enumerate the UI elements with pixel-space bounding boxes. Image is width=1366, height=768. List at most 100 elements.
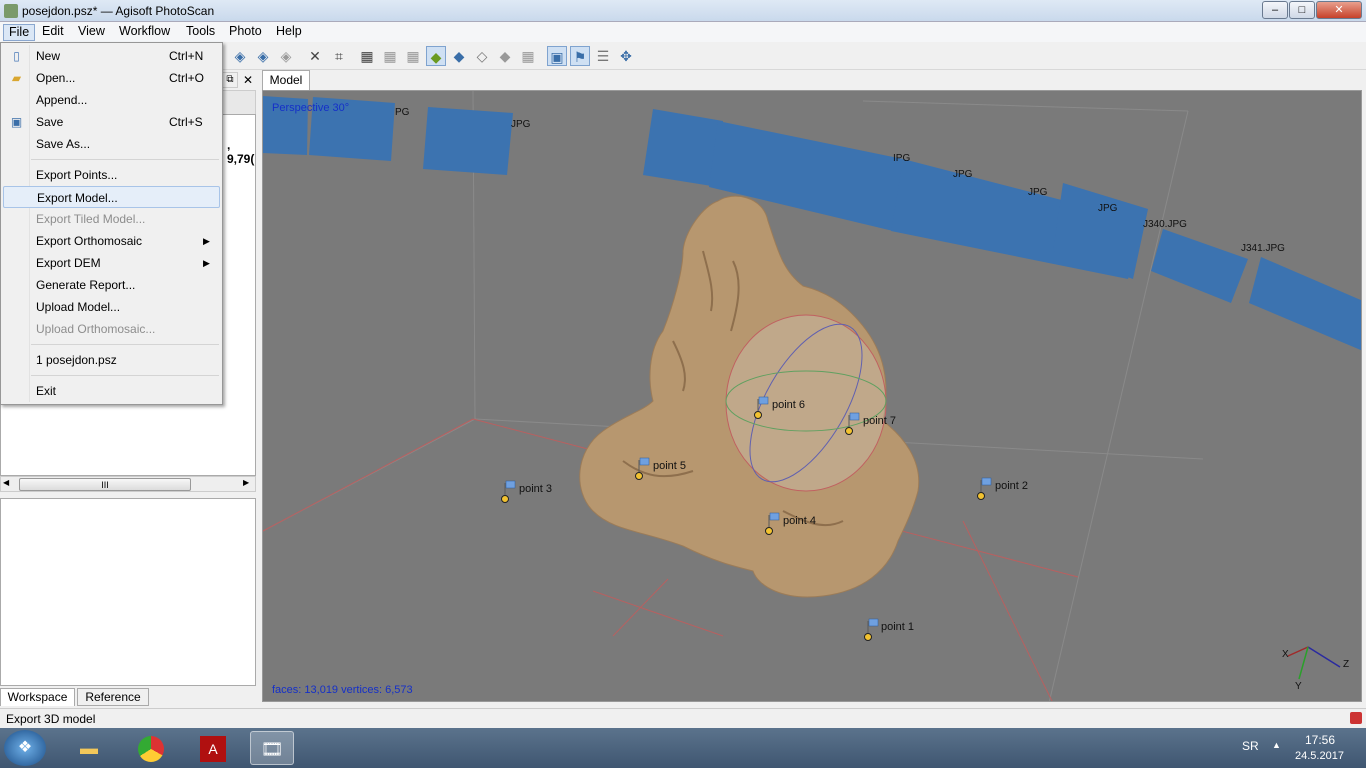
resize-region-icon[interactable]: ◈ — [276, 46, 296, 66]
submenu-arrow-icon: ▶ — [203, 258, 210, 268]
point-cloud-icon[interactable]: ▦ — [357, 46, 377, 66]
axis-y-label: Y — [1295, 681, 1302, 692]
marker-label: point 1 — [881, 621, 914, 633]
model-textured-icon[interactable]: ◆ — [495, 46, 515, 66]
tree-partial-value: , 9,79( — [227, 138, 255, 166]
camera-label: JPG — [1028, 187, 1048, 198]
menu-item-export-orthomosaic[interactable]: Export Orthomosaic ▶ — [3, 230, 220, 252]
scroll-thumb[interactable]: III — [19, 478, 191, 491]
camera-label: J340.JPG — [1143, 219, 1187, 230]
menu-separator — [31, 159, 219, 160]
horizontal-scrollbar[interactable]: ◀ III ▶ — [0, 476, 256, 492]
tab-reference[interactable]: Reference — [77, 688, 149, 706]
tab-workspace[interactable]: Workspace — [0, 688, 75, 706]
clock-date[interactable]: 24.5.2017 — [1295, 750, 1344, 762]
projection-label: Perspective 30° — [272, 102, 349, 114]
menu-workflow[interactable]: Workflow — [114, 24, 175, 41]
tray-chevron-icon[interactable]: ▲ — [1272, 740, 1281, 750]
folder-open-icon: ▰ — [11, 71, 22, 85]
marker-point-3[interactable]: point 3 — [501, 480, 553, 503]
menu-bar: File Edit View Workflow Tools Photo Help — [0, 22, 1366, 42]
tiled-model-icon[interactable]: ▦ — [518, 46, 538, 66]
model-solid-icon[interactable]: ◆ — [449, 46, 469, 66]
show-markers-icon[interactable]: ⚑ — [570, 46, 590, 66]
menu-item-generate-report[interactable]: Generate Report... — [3, 274, 220, 296]
scroll-right-icon[interactable]: ▶ — [243, 478, 249, 487]
menu-item-exit[interactable]: Exit — [3, 380, 220, 402]
menu-item-export-points[interactable]: Export Points... — [3, 164, 220, 186]
menu-item-export-dem[interactable]: Export DEM ▶ — [3, 252, 220, 274]
menu-item-upload-model[interactable]: Upload Model... — [3, 296, 220, 318]
menu-help[interactable]: Help — [271, 24, 307, 41]
minimize-button[interactable]: – — [1262, 1, 1288, 19]
menu-view[interactable]: View — [73, 24, 110, 41]
acrobat-icon[interactable]: A — [191, 731, 235, 765]
camera-label: JPG — [511, 119, 531, 130]
menu-item-append[interactable]: Append... — [3, 89, 220, 111]
properties-pane — [0, 498, 256, 686]
menu-file[interactable]: File — [3, 24, 36, 41]
marker-label: point 6 — [772, 399, 805, 411]
menu-separator — [31, 375, 219, 376]
app-icon — [4, 4, 18, 18]
close-button[interactable]: ✕ — [1316, 1, 1362, 19]
save-icon: ▣ — [10, 115, 23, 129]
menu-item-upload-orthomosaic: Upload Orthomosaic... — [36, 322, 156, 336]
status-text: Export 3D model — [6, 712, 96, 726]
marker-label: point 2 — [995, 480, 1028, 492]
rotate-object-icon[interactable]: ◈ — [230, 46, 250, 66]
show-cameras-icon[interactable]: ▣ — [547, 46, 567, 66]
close-pane-icon[interactable]: ✕ — [240, 72, 256, 88]
marker-label: point 5 — [653, 460, 686, 472]
menu-photo[interactable]: Photo — [224, 24, 267, 41]
window-title: posejdon.psz* — Agisoft PhotoScan — [22, 4, 215, 18]
model-viewport[interactable]: PG JPG IPG JPG JPG JPG J340.JPG J341.JPG… — [262, 90, 1362, 702]
menu-item-export-model[interactable]: Export Model... — [3, 186, 220, 208]
crop-selection-icon[interactable]: ⌗ — [329, 46, 349, 66]
menu-item-export-tiled-model: Export Tiled Model... — [36, 212, 146, 226]
menu-item-new[interactable]: ▯ New Ctrl+N — [3, 45, 220, 67]
dense-cloud-icon[interactable]: ▦ — [380, 46, 400, 66]
marker-label: point 4 — [783, 515, 816, 527]
title-bar: posejdon.psz* — Agisoft PhotoScan – □ ✕ — [0, 0, 1366, 22]
chrome-icon[interactable] — [129, 731, 173, 765]
file-menu: ▯ New Ctrl+N ▰ Open... Ctrl+O Append... ▣ Sav… — [0, 42, 223, 405]
menu-item-save[interactable]: ▣ Save Ctrl+S — [3, 111, 220, 133]
model-canvas: PG JPG IPG JPG JPG JPG J340.JPG J341.JPG… — [263, 91, 1361, 701]
axis-z-label: Z — [1343, 659, 1349, 670]
menu-item-open[interactable]: ▰ Open... Ctrl+O — [3, 67, 220, 89]
status-icon — [1350, 712, 1362, 724]
rotation-gizmo[interactable] — [725, 314, 887, 492]
dense-cloud-classes-icon[interactable]: ▦ — [403, 46, 423, 66]
axis-x-label: X — [1282, 649, 1289, 660]
camera-label: PG — [395, 107, 410, 118]
new-file-icon: ▯ — [13, 49, 20, 63]
move-region-icon[interactable]: ◈ — [253, 46, 273, 66]
camera-label: J341.JPG — [1241, 243, 1285, 254]
camera-label: JPG — [1098, 203, 1118, 214]
menu-item-recent-file[interactable]: 1 posejdon.psz — [3, 349, 220, 371]
delete-selection-icon[interactable]: ✕ — [305, 46, 325, 66]
marker-label: point 7 — [863, 415, 896, 427]
clock-time[interactable]: 17:56 — [1305, 733, 1335, 747]
show-region-icon[interactable]: ☰ — [593, 46, 613, 66]
menu-tools[interactable]: Tools — [181, 24, 220, 41]
scroll-left-icon[interactable]: ◀ — [3, 478, 9, 487]
photoscan-taskbar-icon[interactable]: 🎞 — [250, 731, 294, 765]
marker-point-1[interactable]: point 1 — [864, 618, 915, 641]
reset-view-icon[interactable]: ✥ — [616, 46, 636, 66]
maximize-button[interactable]: □ — [1289, 1, 1315, 19]
model-shaded-icon[interactable]: ◆ — [426, 46, 446, 66]
model-wireframe-icon[interactable]: ◇ — [472, 46, 492, 66]
language-indicator[interactable]: SR — [1242, 739, 1259, 753]
tab-model[interactable]: Model — [262, 70, 310, 90]
taskbar: ❖ ▬ A 🎞 SR ▲ 17:56 24.5.2017 — [0, 728, 1366, 768]
menu-edit[interactable]: Edit — [37, 24, 69, 41]
menu-separator — [31, 344, 219, 345]
marker-label: point 3 — [519, 483, 552, 495]
start-button[interactable]: ❖ — [4, 730, 46, 766]
menu-item-save-as[interactable]: Save As... — [3, 133, 220, 155]
explorer-icon[interactable]: ▬ — [67, 731, 111, 765]
undock-icon[interactable]: ⧉ — [222, 72, 238, 88]
marker-point-2[interactable]: point 2 — [977, 477, 1029, 500]
